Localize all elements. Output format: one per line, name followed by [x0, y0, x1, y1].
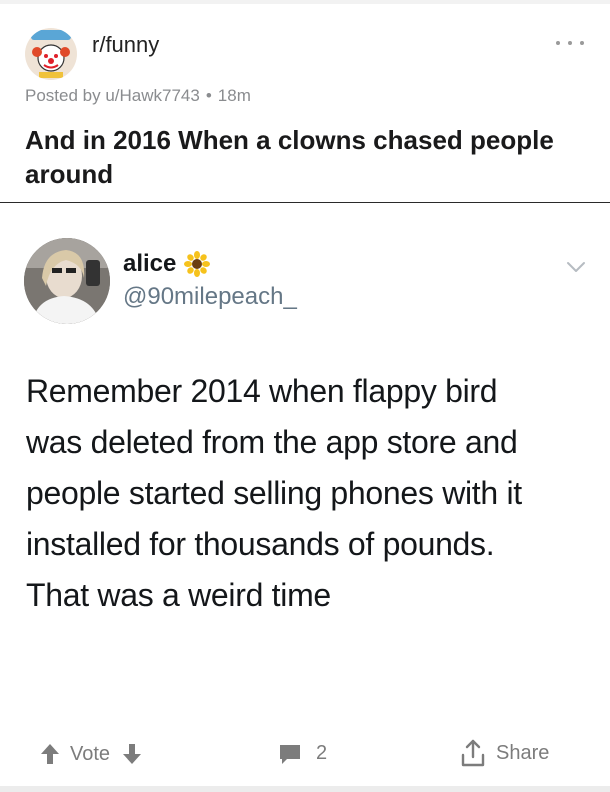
share-label: Share: [496, 741, 550, 764]
tweet-line: was deleted from the app store and: [26, 424, 518, 460]
tweet-text: Remember 2014 when flappy bird was delet…: [26, 366, 586, 621]
sunflower-icon: [184, 251, 211, 277]
tweet-line: people started selling phones with it: [26, 475, 522, 511]
share-button[interactable]: Share: [460, 738, 549, 768]
post-age: 18m: [217, 86, 251, 105]
tweet-line: That was a weird time: [26, 577, 331, 613]
post-meta: Posted by u/Hawk7743 • 18m: [25, 86, 251, 106]
post-header: r/funny Posted by u/Hawk7743 • 18m And i…: [0, 4, 610, 204]
posted-by[interactable]: Posted by u/Hawk7743: [25, 86, 200, 106]
post-title[interactable]: And in 2016 When a clowns chased people …: [25, 123, 595, 191]
comment-bubble-icon: [280, 744, 300, 764]
reddit-post-page: r/funny Posted by u/Hawk7743 • 18m And i…: [0, 0, 610, 792]
meta-separator: •: [205, 86, 212, 105]
post-actions: Vote 2 Share: [0, 730, 610, 784]
vote-group: Vote: [40, 742, 142, 766]
subreddit-avatar[interactable]: [25, 28, 77, 80]
ellipsis-icon[interactable]: [556, 36, 584, 50]
comment-count: 2: [316, 742, 328, 764]
tweet-line: Remember 2014 when flappy bird: [26, 373, 498, 409]
chevron-down-icon[interactable]: [566, 260, 586, 274]
tweet-handle[interactable]: @90milepeach_: [123, 283, 297, 311]
header-divider: [0, 202, 610, 203]
share-icon: [461, 739, 485, 767]
subreddit-name[interactable]: r/funny: [92, 32, 159, 58]
vote-label: Vote: [70, 742, 111, 765]
tweet-author-name[interactable]: alice: [123, 250, 176, 278]
tweet-name-row: alice: [123, 250, 211, 278]
upvote-arrow-icon[interactable]: [40, 742, 60, 766]
tweet-line: installed for thousands of pounds.: [26, 526, 495, 562]
tweet-avatar: [24, 238, 110, 324]
comments-button[interactable]: 2: [278, 742, 327, 765]
bottom-separator: [0, 786, 610, 792]
downvote-arrow-icon[interactable]: [122, 742, 142, 766]
